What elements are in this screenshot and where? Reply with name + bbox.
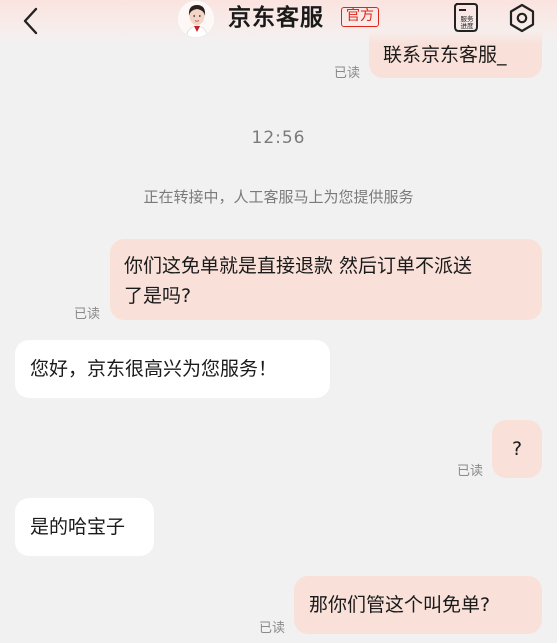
chat-bubble-incoming[interactable]: 您好，京东很高兴为您服务！ xyxy=(15,340,330,398)
avatar[interactable] xyxy=(177,0,215,38)
read-status: 已读 xyxy=(74,307,101,322)
timestamp: 12:56 xyxy=(251,128,306,148)
message-text: 联系京东客服_ xyxy=(383,44,507,66)
chat-bubble-outgoing[interactable]: 那你们管这个叫免单? xyxy=(294,576,542,634)
service-progress-icon[interactable]: 服务 进度 xyxy=(452,1,480,33)
chat-bubble-incoming[interactable]: 是的哈宝子 xyxy=(15,498,154,556)
message-text: 是的哈宝子 xyxy=(30,516,126,538)
message-text-line-1: 你们这免单就是直接退款 然后订单不派送 xyxy=(124,255,473,277)
chat-bubble-outgoing[interactable]: 你们这免单就是直接退款 然后订单不派送 了是吗? xyxy=(110,239,542,320)
page-title: 京东客服 xyxy=(228,5,324,31)
chat-header: 京东客服 官方 服务 进度 xyxy=(0,0,557,44)
chevron-left-icon[interactable] xyxy=(18,7,44,35)
message-text: 那你们管这个叫免单? xyxy=(309,594,491,616)
message-text: 您好，京东很高兴为您服务！ xyxy=(30,358,278,380)
gear-icon[interactable] xyxy=(507,3,537,33)
read-status: 已读 xyxy=(457,464,484,479)
chat-bubble-outgoing[interactable]: ? xyxy=(492,420,542,478)
message-text-line-2: 了是吗? xyxy=(124,285,192,307)
service-progress-label-2: 进度 xyxy=(461,21,475,30)
read-status: 已读 xyxy=(259,621,286,636)
read-status: 已读 xyxy=(334,66,361,81)
system-notice: 正在转接中，人工客服马上为您提供服务 xyxy=(143,188,414,206)
message-text: ? xyxy=(511,438,523,460)
official-badge: 官方 xyxy=(341,7,379,27)
